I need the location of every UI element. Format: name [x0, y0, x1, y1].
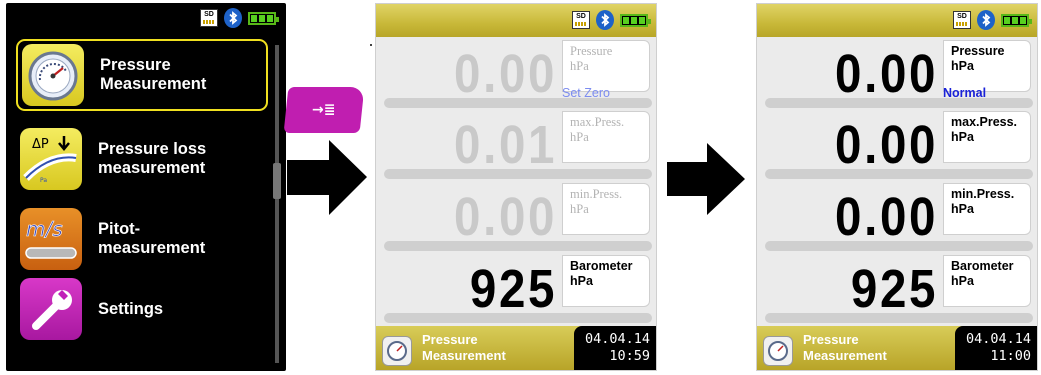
- status-bar: SD: [200, 8, 279, 28]
- screen-footer: Pressure Measurement 04.04.14 10:59: [376, 326, 656, 370]
- menu-item-label: Pressure Measurement: [100, 56, 207, 93]
- reading-label: min.Press. hPa: [562, 183, 650, 235]
- sd-card-icon: SD: [200, 9, 218, 27]
- status-bar: SD: [953, 10, 1032, 30]
- status-bar: SD: [572, 10, 651, 30]
- main-menu-screen: SD Pressure Measurement ΔP Pa Pressure l…: [6, 3, 286, 371]
- reading-label: max.Press. hPa: [943, 111, 1031, 163]
- date: 04.04.14: [584, 331, 650, 347]
- reading-label: Pressure hPa: [943, 40, 1031, 92]
- menu-item-pressure-loss[interactable]: ΔP Pa Pressure loss measurement: [16, 123, 268, 195]
- footer-title: Pressure Measurement: [422, 332, 506, 363]
- mode-label: Normal: [943, 86, 987, 100]
- reading-row-max-pressure: 0.00 max.Press. hPa: [765, 111, 1033, 189]
- pressure-loss-icon: ΔP Pa: [20, 128, 82, 190]
- screen-footer: Pressure Measurement 04.04.14 11:00: [757, 326, 1037, 370]
- sd-card-icon: SD: [572, 11, 590, 29]
- svg-text:ΔP: ΔP: [32, 137, 49, 152]
- time: 10:59: [609, 348, 650, 364]
- reading-row-pressure: 0.00 Pressure hPa: [384, 40, 652, 118]
- reading-value: 0.00: [834, 44, 938, 104]
- battery-icon: [1001, 13, 1032, 27]
- reading-label: Barometer hPa: [562, 255, 650, 307]
- menu-item-pitot[interactable]: m/s Pitot- measurement: [16, 203, 268, 275]
- date: 04.04.14: [965, 331, 1031, 347]
- enter-key-icon: →≣: [283, 87, 365, 133]
- pressure-gauge-icon: [22, 44, 84, 106]
- mode-label: Set Zero: [562, 86, 610, 100]
- reading-value: 925: [850, 259, 938, 319]
- menu-item-settings[interactable]: Settings: [16, 273, 268, 345]
- wrench-icon: [20, 278, 82, 340]
- screen-header: SD: [757, 4, 1037, 37]
- bluetooth-icon: [596, 10, 614, 30]
- menu-item-label: Pitot- measurement: [98, 220, 206, 257]
- right-arrow-icon: [667, 143, 745, 215]
- reading-value: 925: [469, 259, 557, 319]
- menu-item-pressure-measurement[interactable]: Pressure Measurement: [16, 39, 268, 111]
- menu-item-label: Pressure loss measurement: [98, 140, 207, 177]
- reading-row-min-pressure: 0.00 min.Press. hPa: [384, 183, 652, 261]
- pressure-screen-normal: SD 0.00 Pressure hPa Normal 0.00 max.Pre…: [756, 3, 1038, 371]
- reading-row-pressure: 0.00 Pressure hPa: [765, 40, 1033, 118]
- battery-icon: [248, 11, 279, 25]
- reading-row-barometer: 925 Barometer hPa: [765, 255, 1033, 333]
- dot: [370, 44, 372, 46]
- date-time: 04.04.14 10:59: [574, 326, 656, 370]
- bluetooth-icon: [224, 8, 242, 28]
- reading-value: 0.00: [834, 187, 938, 247]
- pressure-gauge-icon: [763, 336, 793, 366]
- svg-text:Pa: Pa: [40, 177, 47, 184]
- time: 11:00: [990, 348, 1031, 364]
- reading-value: 0.00: [453, 187, 557, 247]
- menu-item-label: Settings: [98, 299, 164, 318]
- pressure-screen-set-zero: SD 0.00 Pressure hPa Set Zero 0.01 max.P…: [375, 3, 657, 371]
- scrollbar-thumb[interactable]: [273, 163, 281, 199]
- reading-value: 0.01: [453, 115, 557, 175]
- reading-label: min.Press. hPa: [943, 183, 1031, 235]
- screen-header: SD: [376, 4, 656, 37]
- pressure-gauge-icon: [382, 336, 412, 366]
- right-arrow-icon: [287, 140, 367, 215]
- reading-value: 0.00: [453, 44, 557, 104]
- reading-label: Barometer hPa: [943, 255, 1031, 307]
- bluetooth-icon: [977, 10, 995, 30]
- reading-value: 0.00: [834, 115, 938, 175]
- date-time: 04.04.14 11:00: [955, 326, 1037, 370]
- reading-row-barometer: 925 Barometer hPa: [384, 255, 652, 333]
- scrollbar-track[interactable]: [275, 45, 279, 363]
- battery-icon: [620, 13, 651, 27]
- reading-row-min-pressure: 0.00 min.Press. hPa: [765, 183, 1033, 261]
- reading-label: Pressure hPa: [562, 40, 650, 92]
- reading-label: max.Press. hPa: [562, 111, 650, 163]
- reading-row-max-pressure: 0.01 max.Press. hPa: [384, 111, 652, 189]
- footer-title: Pressure Measurement: [803, 332, 887, 363]
- pitot-icon: m/s: [20, 208, 82, 270]
- svg-text:m/s: m/s: [26, 217, 63, 241]
- sd-card-icon: SD: [953, 11, 971, 29]
